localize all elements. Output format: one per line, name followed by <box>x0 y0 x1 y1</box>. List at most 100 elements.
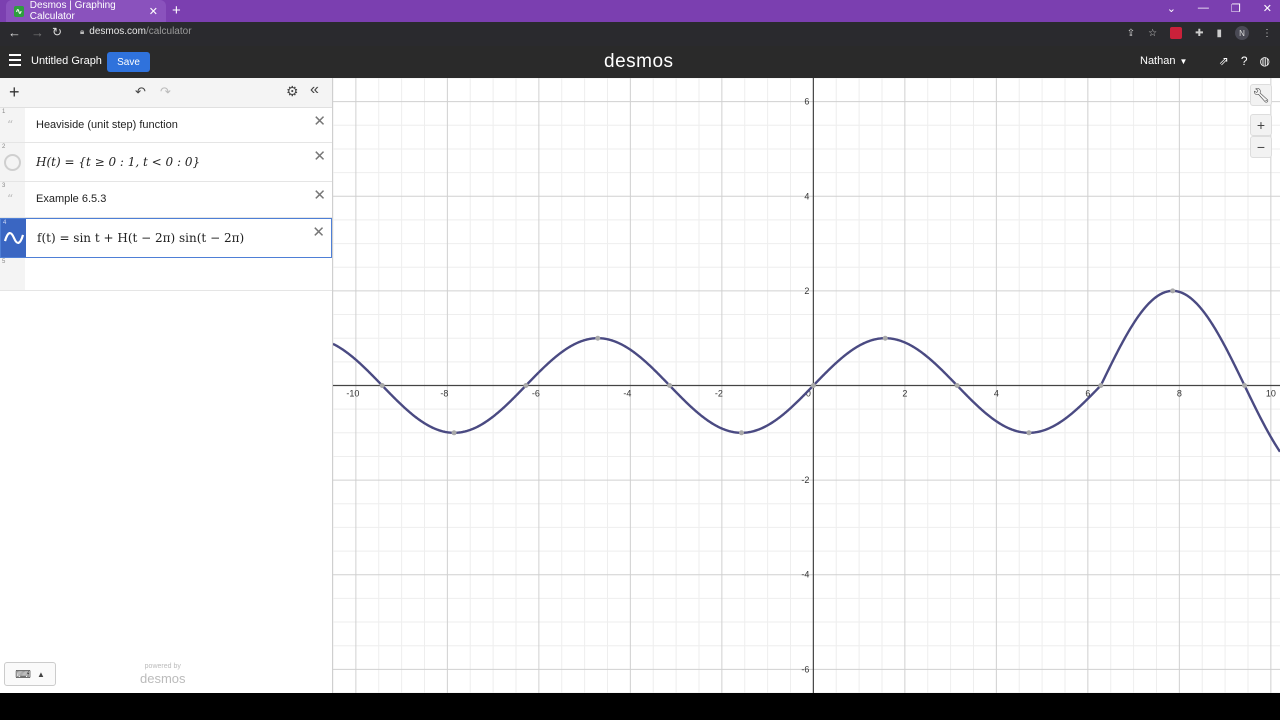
share-icon[interactable]: ⇪ <box>1127 28 1135 39</box>
point-of-interest <box>1026 430 1032 436</box>
keyboard-toggle-button[interactable]: ⌨ ▲ <box>4 662 56 686</box>
minimize-icon[interactable]: — <box>1198 2 1209 15</box>
extension-icons: ⇪ ☆ ✚ ▮ N ⋮ <box>1127 26 1272 40</box>
new-tab-button[interactable]: + <box>172 2 181 19</box>
reload-icon[interactable]: ↻ <box>52 25 62 39</box>
collapse-panel-icon[interactable]: « <box>310 81 319 99</box>
y-tick-label: 6 <box>804 97 809 107</box>
caret-up-icon: ▲ <box>36 669 45 679</box>
expression-gutter: 5 <box>0 258 25 290</box>
expression-row-note[interactable]: 1 “ Heaviside (unit step) function ✕ <box>0 108 332 143</box>
window-controls: ⌄ — ❐ ✕ <box>1167 2 1272 15</box>
desmos-logo: desmos <box>604 51 674 72</box>
close-window-icon[interactable]: ✕ <box>1263 2 1272 15</box>
zoom-controls: + − <box>1250 114 1272 158</box>
x-tick-label: -4 <box>623 389 631 399</box>
address-bar-row: ← → ↻ 🔒︎ desmos.com/calculator ⇪ ☆ ✚ ▮ N… <box>0 22 1280 46</box>
expression-gutter: 1 “ <box>0 108 25 142</box>
point-of-interest <box>451 430 457 436</box>
expression-gutter: 4 <box>1 219 26 257</box>
keyboard-icon: ⌨ <box>15 668 31 681</box>
point-of-interest <box>882 335 888 341</box>
point-of-interest <box>810 383 816 388</box>
x-tick-label: 10 <box>1266 389 1276 399</box>
x-tick-label: -8 <box>440 389 448 399</box>
point-of-interest <box>523 383 529 388</box>
url-host: desmos.com <box>89 26 146 37</box>
delete-expression-icon[interactable]: ✕ <box>313 147 326 165</box>
expression-gutter: 3 “ <box>0 182 25 217</box>
bookmark-star-icon[interactable]: ☆ <box>1148 28 1157 39</box>
expression-row-empty[interactable]: 5 <box>0 258 332 291</box>
expression-index: 2 <box>2 144 6 150</box>
expression-index: 4 <box>3 220 7 226</box>
point-of-interest <box>1242 383 1248 388</box>
browser-tab-bar: ∿ Desmos | Graphing Calculator ✕ + ⌄ — ❐… <box>0 0 1280 22</box>
restore-icon[interactable]: ❐ <box>1231 2 1241 15</box>
tab-close-icon[interactable]: ✕ <box>149 5 158 18</box>
header-icons: ⇗ ? ◍ <box>1219 54 1270 68</box>
browser-tab[interactable]: ∿ Desmos | Graphing Calculator ✕ <box>6 0 166 22</box>
sidebar-icon[interactable]: ▮ <box>1216 28 1222 39</box>
expression-math[interactable]: f(t) = sin t + H(t − 2π) sin(t − 2π) <box>37 231 244 245</box>
y-tick-label: -6 <box>801 664 809 674</box>
y-tick-label: -2 <box>801 475 809 485</box>
back-icon[interactable]: ← <box>8 25 21 40</box>
expression-row-active[interactable]: 4 f(t) = sin t + H(t − 2π) sin(t − 2π) ✕ <box>0 218 332 258</box>
point-of-interest <box>739 430 745 436</box>
help-icon[interactable]: ? <box>1241 54 1248 68</box>
y-tick-label: -4 <box>801 570 809 580</box>
expression-row-math[interactable]: 2 H(t) = {t ≥ 0 : 1, t < 0 : 0} ✕ <box>0 143 332 182</box>
zoom-in-button[interactable]: + <box>1250 114 1272 136</box>
x-tick-label: -6 <box>532 389 540 399</box>
language-globe-icon[interactable]: ◍ <box>1260 54 1270 68</box>
desmos-header: Untitled Graph Save desmos Nathan ▼ ⇗ ? ◍ <box>0 46 1280 78</box>
expression-gutter: 2 <box>0 143 25 181</box>
delete-expression-icon[interactable]: ✕ <box>312 223 325 241</box>
x-tick-label: 2 <box>902 389 907 399</box>
add-item-icon[interactable]: + <box>9 82 20 103</box>
graph-canvas[interactable]: -10 -8 -6 -4 -2 0 2 4 6 8 10642-2-4-6 <box>333 78 1280 693</box>
url-field[interactable]: 🔒︎ desmos.com/calculator <box>80 26 192 37</box>
share-graph-icon[interactable]: ⇗ <box>1219 54 1229 68</box>
gear-icon[interactable]: ⚙ <box>286 83 299 100</box>
redo-icon[interactable]: ↷ <box>160 84 171 100</box>
user-menu[interactable]: Nathan ▼ <box>1140 55 1187 67</box>
graph-paper[interactable]: -10 -8 -6 -4 -2 0 2 4 6 8 10 6 4 2 -2 -4 -6 🔧︎ + − <box>333 78 1280 693</box>
forward-icon[interactable]: → <box>31 25 44 40</box>
graph-settings-wrench-icon[interactable]: 🔧︎ <box>1250 84 1272 106</box>
undo-icon[interactable]: ↶ <box>135 84 146 100</box>
expression-math[interactable]: H(t) = {t ≥ 0 : 1, t < 0 : 0} <box>36 155 200 169</box>
delete-expression-icon[interactable]: ✕ <box>313 112 326 130</box>
graph-title[interactable]: Untitled Graph <box>31 55 102 67</box>
chevron-down-icon: ▼ <box>1179 57 1188 66</box>
note-text[interactable]: Example 6.5.3 <box>36 193 106 205</box>
point-of-interest <box>595 335 601 341</box>
y-tick-label: 4 <box>804 191 809 201</box>
x-tick-label: -10 <box>346 389 359 399</box>
profile-avatar[interactable]: N <box>1235 26 1249 40</box>
point-of-interest <box>379 383 385 388</box>
tab-search-icon[interactable]: ⌄ <box>1167 2 1176 15</box>
note-quote-icon: “ <box>7 118 14 132</box>
taskbar-strip <box>0 693 1280 720</box>
expression-row-note[interactable]: 3 “ Example 6.5.3 ✕ <box>0 182 332 218</box>
puzzle-extensions-icon[interactable]: ✚ <box>1195 28 1203 39</box>
browser-menu-icon[interactable]: ⋮ <box>1262 28 1272 39</box>
extension-badge-icon[interactable] <box>1170 27 1183 39</box>
powered-by-desmos: powered by desmos <box>140 663 186 688</box>
expression-panel: + ↶ ↷ ⚙ « 1 “ Heaviside (unit step) func… <box>0 78 333 693</box>
x-tick-label: -2 <box>715 389 723 399</box>
user-name: Nathan <box>1140 55 1176 67</box>
visibility-toggle-icon[interactable] <box>4 154 21 171</box>
lock-icon: 🔒︎ <box>80 26 85 36</box>
hamburger-menu-icon[interactable] <box>9 54 21 69</box>
url-path: /calculator <box>145 26 192 37</box>
delete-expression-icon[interactable]: ✕ <box>313 186 326 204</box>
point-of-interest <box>1170 288 1176 294</box>
zoom-out-button[interactable]: − <box>1250 136 1272 158</box>
powered-by-logo: desmos <box>140 671 186 686</box>
note-text[interactable]: Heaviside (unit step) function <box>36 119 178 131</box>
save-button[interactable]: Save <box>107 52 150 72</box>
sine-wave-icon[interactable] <box>4 229 24 247</box>
